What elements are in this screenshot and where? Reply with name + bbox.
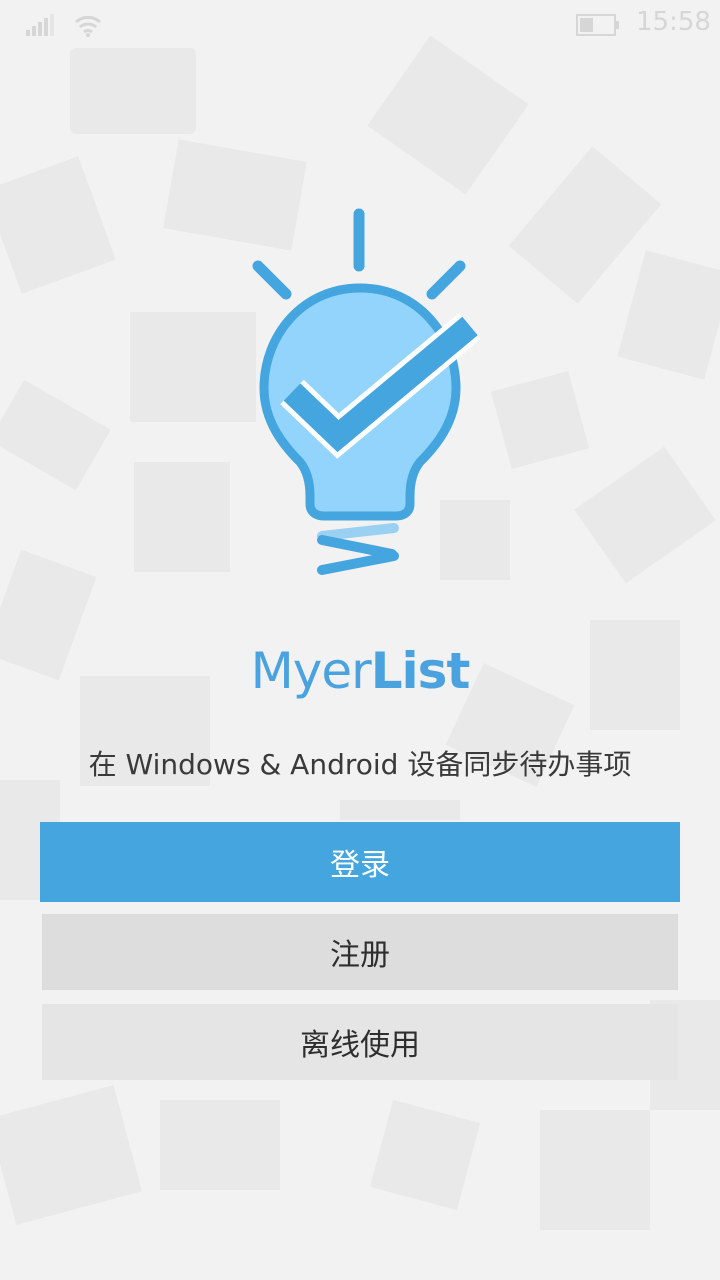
lightbulb-checkmark-icon: [252, 208, 480, 575]
offline-use-button[interactable]: 离线使用: [42, 1004, 678, 1080]
app-title-bold: List: [370, 642, 471, 700]
status-clock: 15:58: [636, 7, 711, 37]
battery-icon: [576, 14, 620, 40]
app-title: MyerList: [0, 642, 720, 700]
signal-bars-icon: [26, 14, 54, 40]
app-title-light: Myer: [250, 642, 372, 700]
login-button[interactable]: 登录: [40, 822, 680, 902]
background-pattern: [0, 35, 720, 1230]
tagline: 在 Windows & Android 设备同步待办事项: [88, 748, 632, 781]
status-bar: 15:58: [0, 0, 720, 50]
wifi-icon: [74, 12, 102, 42]
register-button[interactable]: 注册: [42, 914, 678, 990]
